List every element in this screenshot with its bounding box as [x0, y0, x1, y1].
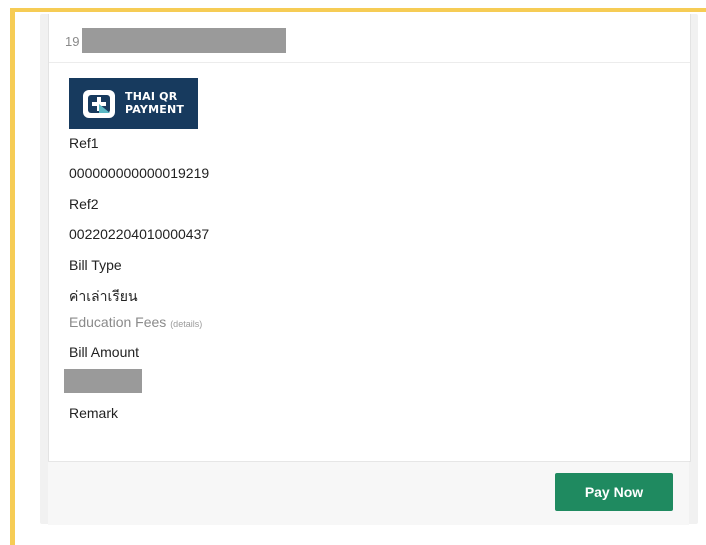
card-footer: Pay Now — [48, 461, 689, 525]
details-link[interactable]: (details) — [170, 319, 202, 329]
frame-top-border — [10, 8, 706, 12]
reference-prefix: 19 — [65, 34, 80, 49]
logo-text: THAI QR PAYMENT — [125, 90, 184, 116]
frame-left-border — [10, 12, 15, 545]
thai-qr-payment-logo: THAI QR PAYMENT — [69, 78, 198, 129]
redacted-bill-amount — [64, 369, 142, 393]
bill-card: 19 THAI QR PAYMENT Ref1 0000000000000192… — [48, 14, 691, 462]
card-header: 19 — [49, 14, 690, 63]
pay-now-button[interactable]: Pay Now — [555, 473, 673, 511]
redacted-reference — [82, 28, 286, 53]
qr-symbol-icon — [83, 90, 115, 118]
bill-type-english-text: Education Fees — [69, 314, 167, 330]
ref2-label: Ref2 — [69, 196, 99, 212]
bill-type-thai: ค่าเล่าเรียน — [69, 288, 138, 304]
bill-amount-label: Bill Amount — [69, 344, 140, 360]
logo-line2: PAYMENT — [125, 103, 185, 116]
remark-label: Remark — [69, 405, 119, 421]
bill-type-english: Education Fees (details) — [69, 314, 202, 330]
bill-type-label: Bill Type — [69, 257, 122, 273]
ref2-value: 002202204010000437 — [69, 226, 210, 242]
ref1-value: 000000000000019219 — [69, 165, 210, 181]
ref1-label: Ref1 — [69, 135, 99, 151]
logo-line1: THAI QR — [125, 90, 178, 103]
